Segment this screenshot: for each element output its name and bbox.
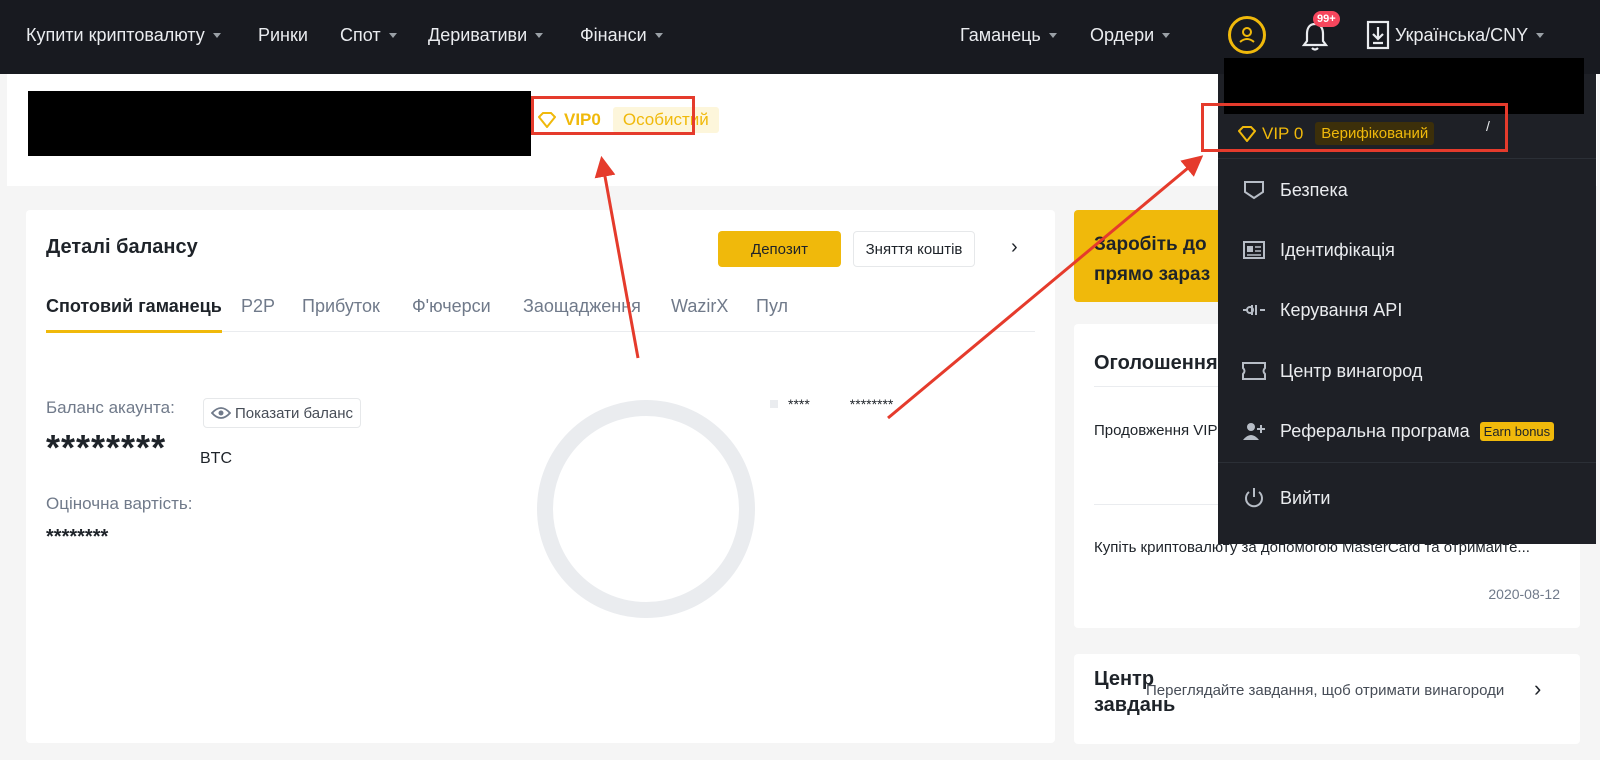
- chevron-right-icon[interactable]: ›: [1011, 236, 1018, 259]
- language-label: Українська/CNY: [1395, 24, 1529, 45]
- logout-button[interactable]: Вийти: [1242, 478, 1330, 518]
- id-card-icon: [1242, 238, 1266, 262]
- annotation-box: [1201, 103, 1508, 152]
- api-icon: [1242, 298, 1266, 322]
- nav-derivatives[interactable]: Деривативи: [428, 0, 544, 70]
- tab-savings[interactable]: Заощадження: [523, 296, 641, 317]
- deposit-button[interactable]: Депозит: [718, 231, 841, 267]
- nav-spot[interactable]: Спот: [340, 0, 397, 70]
- menu-item-label: Безпека: [1280, 179, 1348, 200]
- user-icon[interactable]: [1228, 16, 1266, 54]
- chevron-down-icon: [654, 32, 663, 38]
- nav-markets[interactable]: Ринки: [258, 0, 308, 70]
- nav-label: Ринки: [258, 24, 308, 45]
- menu-item-referral[interactable]: Реферальна програма Earn bonus: [1242, 411, 1555, 451]
- balance-currency: BTC: [200, 450, 232, 467]
- eye-icon: [211, 407, 232, 419]
- nav-label: Фінанси: [580, 24, 647, 45]
- legend-swatch: [770, 400, 778, 408]
- menu-item-label: Реферальна програма: [1280, 420, 1470, 441]
- account-balance-label: Баланс акаунта:: [46, 398, 175, 417]
- annotation-box: [531, 96, 695, 135]
- show-balance-label: Показати баланс: [235, 404, 353, 422]
- task-center-subtitle: Переглядайте завдання, щоб отримати вина…: [1146, 682, 1505, 699]
- chevron-down-icon: [1536, 32, 1545, 38]
- ticket-icon: [1242, 359, 1266, 383]
- balance-card: Деталі балансу Депозит Зняття коштів › С…: [26, 210, 1055, 743]
- promo-text: Заробіть до прямо зараз: [1094, 230, 1234, 290]
- chevron-down-icon: [1048, 32, 1057, 38]
- tab-wazirx[interactable]: WazirX: [671, 296, 728, 317]
- tab-earnings[interactable]: Прибуток: [302, 296, 380, 317]
- announcement-item[interactable]: Продовження VIP: [1094, 422, 1234, 439]
- balance-donut-chart: [537, 400, 755, 618]
- hidden-estimate: ********: [46, 526, 109, 548]
- legend-value: ********: [849, 396, 894, 412]
- divider: [1218, 462, 1596, 463]
- earn-bonus-badge: Earn bonus: [1479, 421, 1555, 441]
- nav-label: Ордери: [1090, 24, 1155, 45]
- nav-orders[interactable]: Ордери: [1090, 0, 1171, 70]
- download-icon[interactable]: [1366, 20, 1390, 50]
- chevron-down-icon: [1162, 32, 1171, 38]
- promo-line: прямо зараз: [1094, 264, 1211, 285]
- task-center-card[interactable]: Центр завдань Переглядайте завдання, щоб…: [1074, 654, 1580, 744]
- promo-line: Заробіть до: [1094, 234, 1207, 255]
- logout-label: Вийти: [1280, 487, 1331, 508]
- chart-legend: **** ********: [770, 396, 893, 412]
- wallet-tabs: Спотовий гаманець P2P Прибуток Ф'ючерси …: [46, 290, 1035, 333]
- nav-buy-crypto[interactable]: Купити криптовалюту: [26, 0, 221, 70]
- announcement-date: 2020-08-12: [1488, 586, 1560, 602]
- tab-spot-wallet[interactable]: Спотовий гаманець: [46, 296, 222, 333]
- show-balance-button[interactable]: Показати баланс: [203, 398, 361, 428]
- menu-item-security[interactable]: Безпека: [1242, 170, 1348, 210]
- nav-label: Купити криптовалюту: [26, 24, 205, 45]
- nav-wallet[interactable]: Гаманець: [960, 0, 1057, 70]
- chevron-down-icon: [212, 32, 221, 38]
- estimated-value-label: Оціночна вартість:: [46, 494, 193, 513]
- tab-pool[interactable]: Пул: [756, 296, 788, 317]
- nav-label: Гаманець: [960, 24, 1041, 45]
- chevron-down-icon: [535, 32, 544, 38]
- withdraw-button[interactable]: Зняття коштів: [853, 231, 975, 267]
- tab-p2p[interactable]: P2P: [241, 296, 275, 317]
- menu-item-label: Центр винагород: [1280, 360, 1423, 381]
- tab-futures[interactable]: Ф'ючерси: [412, 296, 491, 317]
- hidden-balance: ********: [46, 427, 167, 468]
- menu-item-label: Ідентифікація: [1280, 239, 1395, 260]
- legend-asset: ****: [788, 396, 810, 412]
- menu-item-rewards[interactable]: Центр винагород: [1242, 351, 1422, 391]
- chevron-right-icon[interactable]: ›: [1534, 676, 1541, 702]
- add-user-icon: [1242, 419, 1266, 443]
- menu-item-label: Керування API: [1280, 299, 1403, 320]
- balance-title: Деталі балансу: [46, 236, 198, 258]
- nav-label: Спот: [340, 24, 381, 45]
- redacted-user-info: [28, 91, 531, 156]
- chevron-down-icon: [388, 32, 397, 38]
- nav-finance[interactable]: Фінанси: [580, 0, 663, 70]
- menu-item-identification[interactable]: Ідентифікація: [1242, 230, 1395, 270]
- power-icon: [1242, 486, 1266, 510]
- divider: [1218, 158, 1596, 159]
- announcements-title: Оголошення: [1094, 352, 1218, 374]
- menu-item-api[interactable]: Керування API: [1242, 290, 1402, 330]
- notification-badge: 99+: [1313, 11, 1340, 27]
- shield-icon: [1242, 178, 1266, 202]
- nav-label: Деривативи: [428, 24, 528, 45]
